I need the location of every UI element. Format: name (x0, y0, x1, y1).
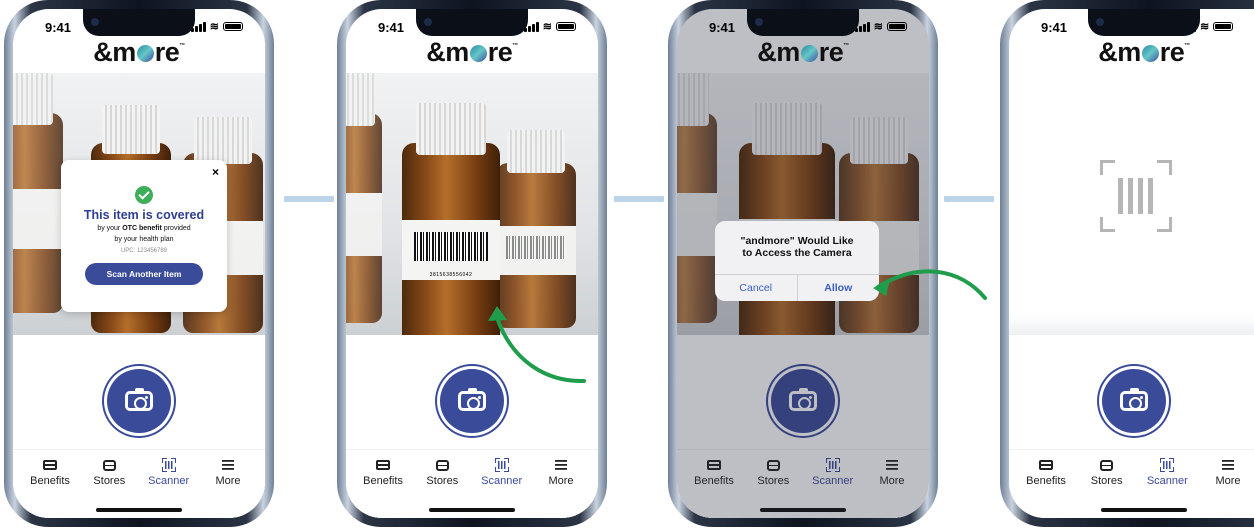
flow-connector-3 (944, 196, 994, 202)
camera-icon (125, 388, 153, 411)
app-logo: &m re™ (93, 37, 185, 67)
tab-benefits[interactable]: Benefits (1017, 456, 1075, 487)
coverage-line-1: by your OTC benefit provided (97, 225, 191, 232)
phone-screen-4: 9:41 ≋ &m re™ Benefits Stores Scanner Mor… (1009, 9, 1254, 518)
store-icon (435, 459, 449, 471)
barcode-scan-icon (1100, 160, 1172, 232)
scan-another-button[interactable]: Scan Another Item (85, 263, 203, 285)
coverage-result-dialog: × This item is covered by your OTC benef… (61, 160, 227, 312)
tab-stores[interactable]: Stores (1078, 456, 1136, 487)
tab-scanner[interactable]: Scanner (473, 456, 531, 487)
tab-benefits[interactable]: Benefits (354, 456, 412, 487)
scanner-icon (494, 458, 509, 472)
tab-more[interactable]: More (532, 456, 590, 487)
wifi-icon: ≋ (209, 21, 219, 33)
store-icon (102, 459, 116, 471)
notch (747, 9, 859, 36)
coverage-title: This item is covered (83, 208, 205, 222)
card-icon (376, 460, 390, 470)
tab-more[interactable]: More (199, 456, 257, 487)
wifi-icon: ≋ (873, 21, 883, 33)
phone-frame-2: 9:41 ≋ &m re™ 3815638556042 Benefits Stor… (337, 0, 607, 527)
card-icon (1039, 460, 1053, 470)
status-time: 9:41 (378, 20, 405, 35)
battery-icon (556, 22, 576, 31)
store-icon (1100, 459, 1114, 471)
menu-icon (554, 460, 567, 470)
barcode-digits: 3815638556042 (429, 272, 473, 279)
cancel-button[interactable]: Cancel (715, 275, 798, 301)
capture-button[interactable] (440, 369, 504, 433)
scanner-icon (161, 458, 176, 472)
home-indicator (1101, 508, 1187, 512)
tab-stores[interactable]: Stores (413, 456, 471, 487)
flow-connector-2 (614, 196, 664, 202)
notch (1088, 9, 1200, 36)
card-icon (43, 460, 57, 470)
app-logo: &m re™ (757, 37, 849, 67)
camera-icon (1120, 388, 1148, 411)
camera-icon (458, 388, 486, 411)
phone-screen-2: 9:41 ≋ &m re™ 3815638556042 Benefits Stor… (346, 9, 598, 518)
scanner-icon (1160, 458, 1175, 472)
coverage-line-2: by your health plan (114, 236, 174, 243)
status-time: 9:41 (1041, 20, 1068, 35)
phone-screen-3: 9:41 ≋ &m re™ Benefits Stores Scanner Mor… (677, 9, 929, 518)
camera-permission-alert: "andmore" Would Like to Access the Camera… (715, 221, 879, 301)
wifi-icon: ≋ (542, 21, 552, 33)
notch (83, 9, 195, 36)
notch (416, 9, 528, 36)
success-check-icon (135, 186, 153, 204)
tab-scanner[interactable]: Scanner (1138, 456, 1196, 487)
alert-title: "andmore" Would Like to Access the Camera (740, 235, 854, 259)
app-logo: &m re™ (426, 37, 518, 67)
wifi-icon: ≋ (1200, 21, 1210, 33)
tab-more[interactable]: More (1199, 456, 1254, 487)
battery-icon (1213, 22, 1234, 31)
capture-button[interactable] (1102, 369, 1166, 433)
status-time: 9:41 (45, 20, 72, 35)
tab-scanner[interactable]: Scanner (140, 456, 198, 487)
menu-icon (221, 460, 234, 470)
camera-viewfinder: 3815638556042 (346, 73, 598, 335)
status-time: 9:41 (709, 20, 736, 35)
capture-button[interactable] (107, 369, 171, 433)
battery-icon (223, 22, 243, 31)
allow-button[interactable]: Allow (798, 275, 880, 301)
flow-connector-1 (284, 196, 334, 202)
home-indicator (96, 508, 182, 512)
upc-code: UPC: 123456789 (120, 248, 168, 254)
tab-benefits[interactable]: Benefits (21, 456, 79, 487)
phone-frame-4: 9:41 ≋ &m re™ Benefits Stores Scanner Mor… (1000, 0, 1254, 527)
product-barcode (413, 231, 489, 261)
phone-frame-1: 9:41 ≋ &m re™ × This item is covered by y… (4, 0, 274, 527)
home-indicator (429, 508, 515, 512)
phone-frame-3: 9:41 ≋ &m re™ Benefits Stores Scanner Mor… (668, 0, 938, 527)
phone-screen-1: 9:41 ≋ &m re™ × This item is covered by y… (13, 9, 265, 518)
close-icon[interactable]: × (212, 165, 219, 179)
battery-icon (887, 22, 907, 31)
app-logo: &m re™ (1098, 37, 1190, 67)
menu-icon (1221, 460, 1234, 470)
tab-stores[interactable]: Stores (80, 456, 138, 487)
